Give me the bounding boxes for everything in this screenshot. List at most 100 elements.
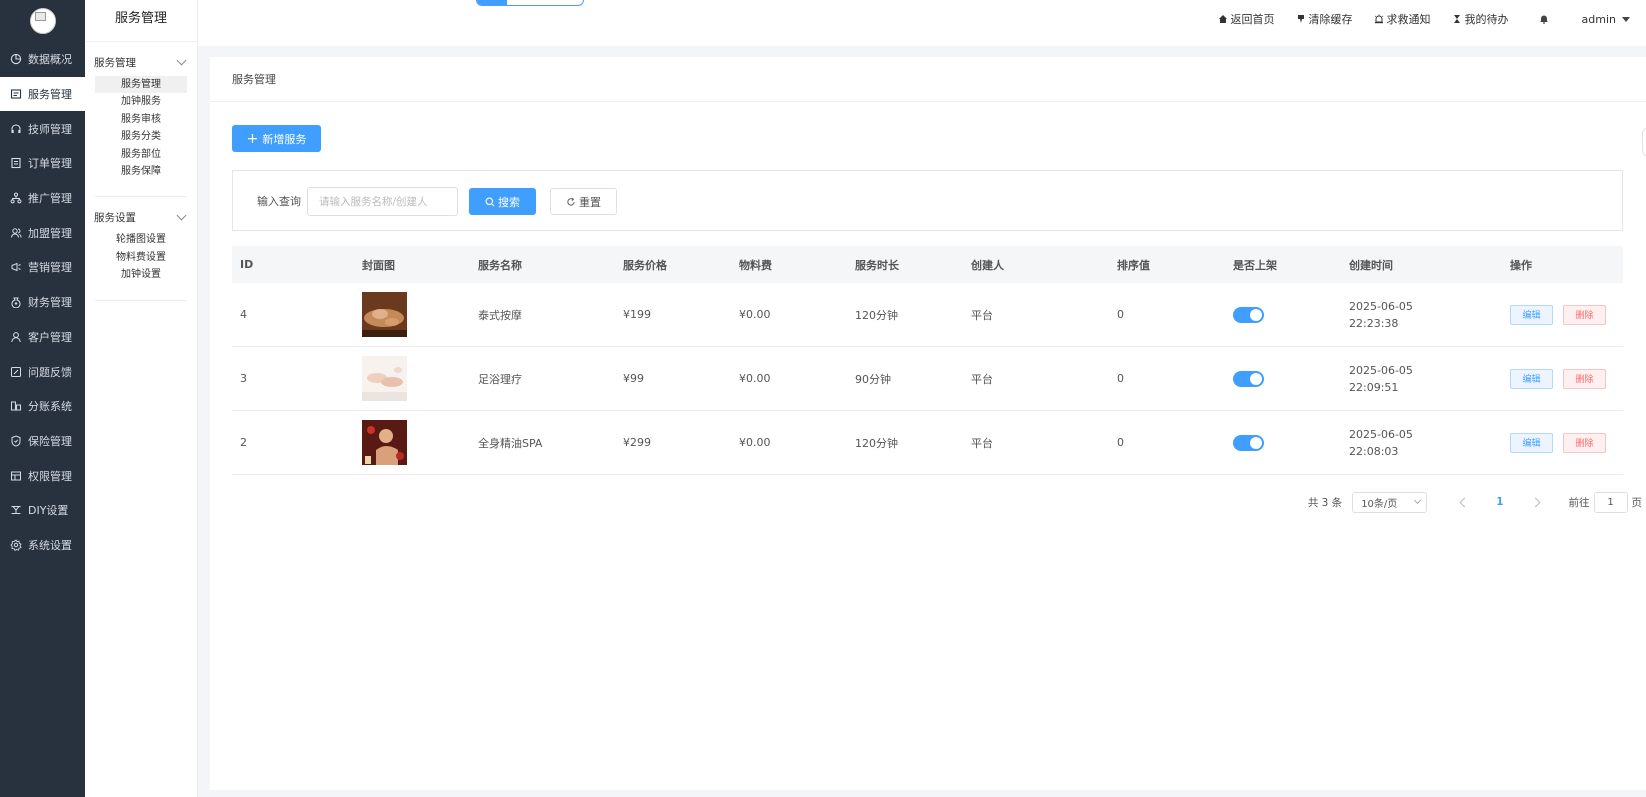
side-drawer-handle[interactable] [1642,127,1646,157]
notification-bell[interactable] [1539,14,1552,24]
column-header: 操作 [1510,258,1532,272]
sidebar-item[interactable]: DIY设置 [0,493,85,528]
cell-price: ¥99 [623,372,644,385]
my-todo-link[interactable]: 我的待办 [1452,11,1509,27]
sidebar-item[interactable]: 保险管理 [0,424,85,459]
listed-toggle[interactable] [1233,306,1264,323]
submenu-item[interactable]: 物料费设置 [95,249,187,266]
edit-button[interactable]: 编辑 [1510,432,1553,453]
money-bag-icon [10,296,22,309]
cell-name: 足浴理疗 [478,372,522,386]
sidebar-item[interactable]: 技师管理 [0,111,85,146]
clear-cache-link[interactable]: 清除缓存 [1296,11,1353,27]
listed-toggle[interactable] [1233,434,1264,451]
submenu-group-header[interactable]: 服务管理 [85,52,197,72]
sos-notify-link[interactable]: 求救通知 [1374,11,1431,27]
content-card: 服务管理 + 新增服务 输入查询 搜索 重置 ID 封面图 服务名称 服务价格 物料费 服… [210,57,1646,790]
cell-creator: 平台 [971,308,993,322]
user-group-icon [10,227,22,239]
divider [95,299,187,301]
column-header: 创建时间 [1349,258,1393,272]
add-service-button[interactable]: + 新增服务 [232,125,321,152]
cell-duration: 120分钟 [855,308,898,322]
sidebar-item-label: 加盟管理 [28,226,72,240]
submenu-item[interactable]: 服务保障 [95,163,187,180]
sidebar-item[interactable]: 权限管理 [0,458,85,493]
reset-button[interactable]: 重置 [550,188,617,215]
delete-button[interactable]: 删除 [1563,304,1606,325]
table-body: 4 泰式按摩 ¥199 ¥0.00 120分钟 平台 0 2025-06-05 22:23:38… [232,283,1623,475]
shield-icon [10,435,22,447]
column-header: 创建人 [971,258,1004,272]
sidebar-item[interactable]: 服务管理 [0,76,85,112]
reset-button-label: 重置 [579,195,601,209]
column-header: 排序值 [1117,258,1150,272]
prev-page-icon[interactable] [1459,497,1470,507]
cell-creator: 平台 [971,372,993,386]
listed-toggle[interactable] [1233,370,1264,387]
sidebar-item[interactable]: 数据概况 [0,42,85,77]
submenu-item[interactable]: 加钟设置 [95,266,187,283]
bell-icon [1539,15,1548,24]
submenu-item[interactable]: 轮播图设置 [95,231,187,248]
chevron-down-icon [176,55,187,65]
sidebar-item[interactable]: 加盟管理 [0,215,85,250]
home-icon [1218,15,1227,23]
search-input[interactable] [307,187,458,216]
edit-button[interactable]: 编辑 [1510,368,1553,389]
sidebar-item[interactable]: 推广管理 [0,181,85,216]
submenu-item[interactable]: 加钟服务 [95,93,187,110]
sidebar-nav: 数据概况 服务管理 技师管理订单管理推广管理加盟管理营销管理财务管理 客户管理问题反馈… [0,42,85,562]
next-page-icon[interactable] [1530,497,1540,507]
sidebar-item-label: 保险管理 [28,434,72,448]
top-header: 返回首页 清除缓存 求救通知 我的待办 admin [198,0,1646,46]
delete-button[interactable]: 删除 [1563,432,1606,453]
sidebar-item-label: 问题反馈 [28,365,72,379]
sidebar-item[interactable]: 问题反馈 [0,354,85,389]
broken-image-icon [29,8,56,34]
sidebar-item[interactable]: 分账系统 [0,389,85,424]
breadcrumb: 服务管理 [210,57,1646,102]
goto-page-input[interactable]: 1 [1593,491,1628,513]
headset-icon [10,123,22,135]
column-header: 是否上架 [1233,258,1277,272]
page-size-select[interactable]: 10条/页 [1352,491,1428,513]
sidebar-item[interactable]: 营销管理 [0,250,85,285]
main-sidebar: 数据概况 服务管理 技师管理订单管理推广管理加盟管理营销管理财务管理 客户管理问题反馈… [0,0,85,797]
sidebar-item[interactable]: 客户管理 [0,320,85,355]
submenu-item[interactable]: 服务分类 [95,128,187,145]
sidebar-item-label: 订单管理 [28,157,72,171]
collapse-toggle[interactable] [476,0,584,6]
sidebar-item-label: 推广管理 [28,192,72,206]
refresh-icon [567,197,575,206]
home-link[interactable]: 返回首页 [1218,11,1275,27]
cell-material-fee: ¥0.00 [739,308,771,321]
diy-icon [10,504,22,516]
cell-price: ¥299 [623,436,651,449]
marketing-icon [10,261,22,273]
delete-button[interactable]: 删除 [1563,368,1606,389]
cover-image[interactable] [362,292,407,337]
cell-duration: 120分钟 [855,436,898,450]
edit-button[interactable]: 编辑 [1510,304,1553,325]
search-button[interactable]: 搜索 [469,188,536,215]
submenu-item[interactable]: 服务管理 [95,76,187,94]
feedback-icon [10,366,22,378]
submenu-item[interactable]: 服务审核 [95,111,187,128]
user-menu[interactable]: admin [1582,13,1630,26]
logo[interactable] [0,0,85,42]
current-page[interactable]: 1 [1496,496,1503,508]
submenu-group-header[interactable]: 服务设置 [85,207,197,227]
sidebar-item-label: 营销管理 [28,261,72,275]
cover-image[interactable] [362,420,407,465]
sidebar-item[interactable]: 订单管理 [0,146,85,181]
sidebar-item[interactable]: 财务管理 [0,285,85,320]
submenu-item[interactable]: 服务部位 [95,146,187,163]
clear-cache-label: 清除缓存 [1308,13,1353,26]
permission-icon [10,470,22,482]
cell-material-fee: ¥0.00 [739,436,771,449]
cell-date: 2025-06-05 [1349,427,1413,441]
sidebar-item-label: DIY设置 [28,504,69,518]
cover-image[interactable] [362,356,407,401]
sidebar-item[interactable]: 系统设置 [0,528,85,563]
